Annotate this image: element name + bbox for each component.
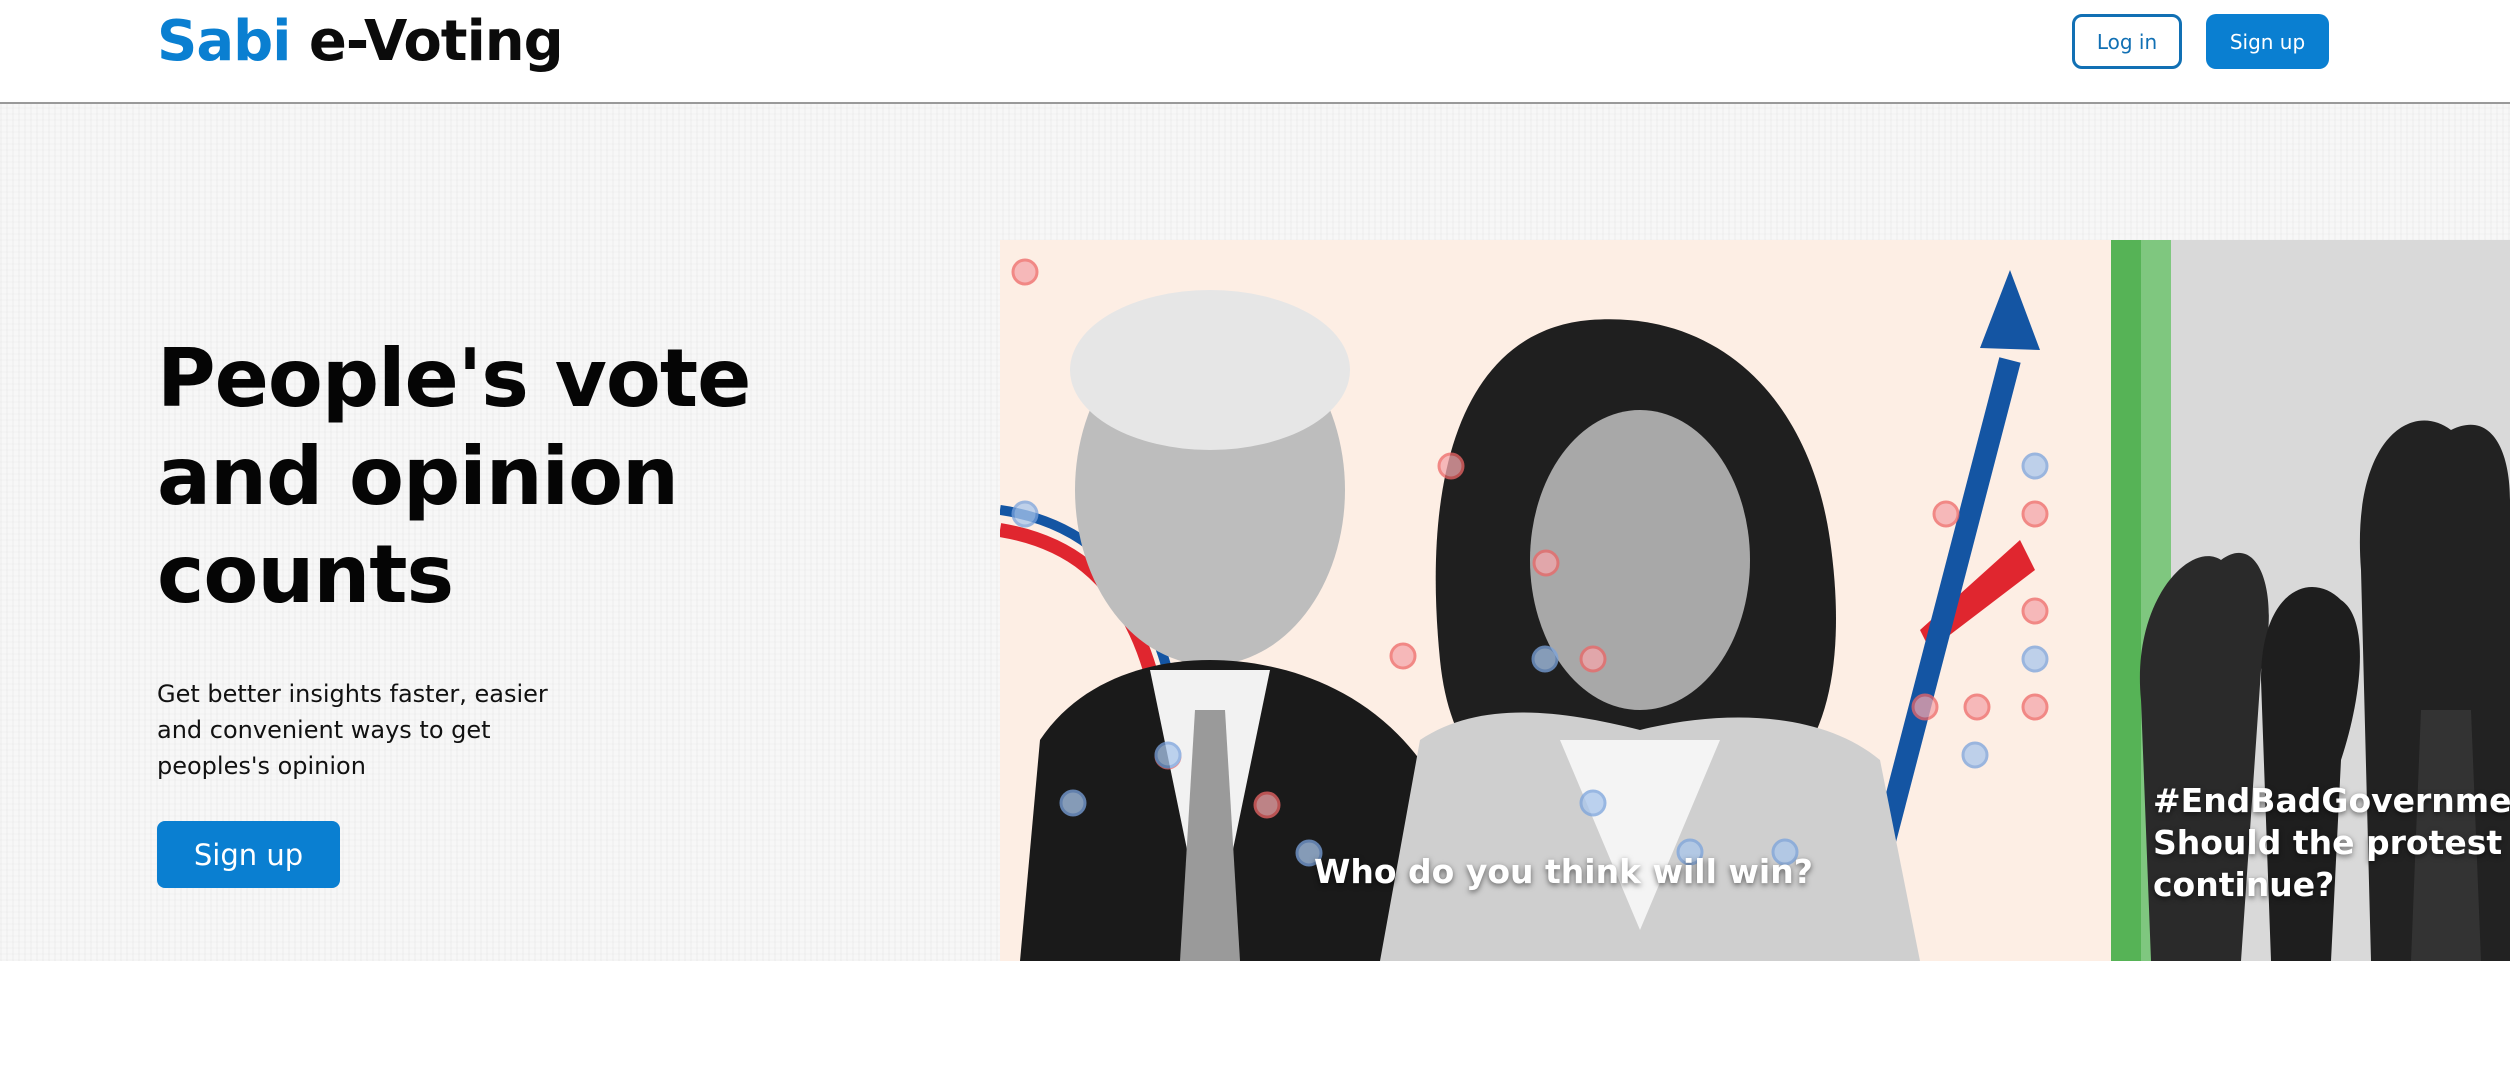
login-button[interactable]: Log in: [2072, 14, 2182, 69]
top-navbar: Sabi e-Voting Log in Sign up: [0, 0, 2510, 104]
hero-subtitle: Get better insights faster, easier and c…: [157, 680, 548, 780]
site-logo[interactable]: Sabi e-Voting: [157, 6, 564, 78]
signup-button[interactable]: Sign up: [2206, 14, 2329, 69]
carousel-slide-protest[interactable]: #EndBadGovernme Should the protest conti…: [2111, 240, 2510, 961]
logo-rest-text: e-Voting: [290, 9, 564, 74]
slide-caption: Who do you think will win?: [1314, 852, 1813, 891]
slide-caption-line3: continue?: [2153, 865, 2335, 904]
logo-brand-text: Sabi: [157, 9, 291, 74]
carousel-slide-election[interactable]: Who do you think will win?: [1000, 240, 2111, 961]
slide-caption-line2: Should the protest: [2153, 823, 2503, 862]
hero-title: People's vote and opinion counts: [157, 332, 751, 621]
hero-signup-button[interactable]: Sign up: [157, 821, 340, 888]
slide-caption-line1: #EndBadGovernme: [2153, 781, 2510, 820]
slide-caption-protest: #EndBadGovernme Should the protest conti…: [2153, 780, 2510, 906]
